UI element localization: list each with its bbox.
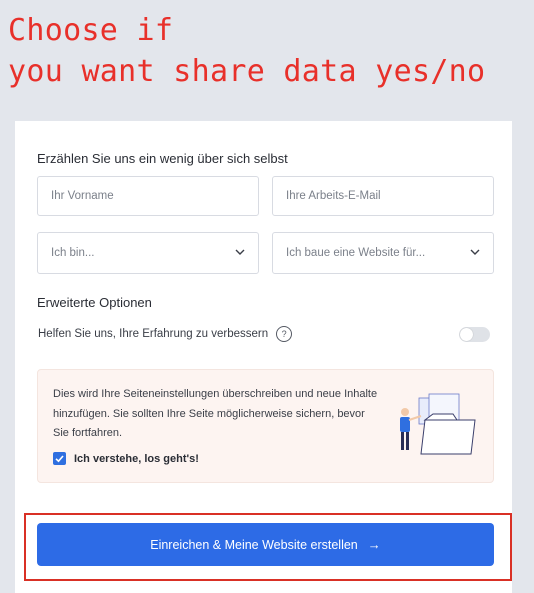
checkmark-icon xyxy=(55,455,64,463)
confirm-checkbox[interactable] xyxy=(53,452,66,465)
site-type-select-value: Ich baue eine Website für... xyxy=(286,247,426,259)
advanced-options-title: Erweiterte Optionen xyxy=(37,295,152,310)
chevron-down-icon xyxy=(470,249,480,255)
email-placeholder: Ihre Arbeits-E-Mail xyxy=(286,190,381,202)
annotation-highlight-box xyxy=(24,513,512,581)
notice-text: Dies wird Ihre Seiteneinstellungen übers… xyxy=(53,388,378,439)
email-input[interactable]: Ihre Arbeits-E-Mail xyxy=(272,176,494,216)
toggle-knob xyxy=(460,328,473,341)
role-select-value: Ich bin... xyxy=(51,247,95,259)
overwrite-notice: Dies wird Ihre Seiteneinstellungen übers… xyxy=(37,369,494,483)
site-type-select[interactable]: Ich baue eine Website für... xyxy=(272,232,494,274)
question-icon[interactable]: ? xyxy=(276,326,293,342)
chevron-down-icon xyxy=(235,249,245,255)
help-improve-row: Helfen Sie uns, Ihre Erfahrung zu verbes… xyxy=(38,326,293,342)
confirm-label: Ich verstehe, los geht's! xyxy=(74,452,199,465)
help-improve-label: Helfen Sie uns, Ihre Erfahrung zu verbes… xyxy=(38,328,269,340)
first-name-placeholder: Ihr Vorname xyxy=(51,190,114,202)
confirm-checkbox-row[interactable]: Ich verstehe, los geht's! xyxy=(53,452,199,465)
share-data-toggle[interactable] xyxy=(459,327,490,342)
annotation-instruction: Choose if you want share data yes/no xyxy=(8,13,486,89)
first-name-input[interactable]: Ihr Vorname xyxy=(37,176,259,216)
role-select[interactable]: Ich bin... xyxy=(37,232,259,274)
section-title: Erzählen Sie uns ein wenig über sich sel… xyxy=(37,151,288,166)
folder-person-illustration-icon xyxy=(400,393,476,455)
